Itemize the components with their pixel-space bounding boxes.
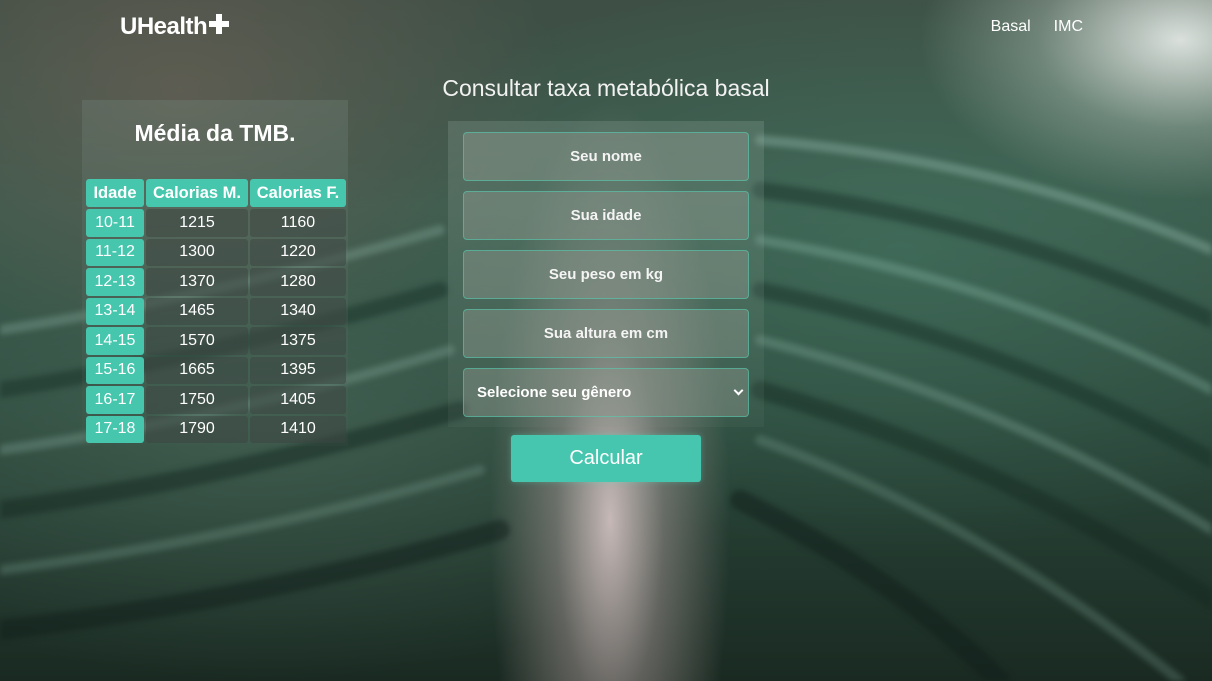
calories-m-cell: 1465 [146,297,248,325]
age-cell: 12-13 [86,268,144,296]
age-cell: 10-11 [86,209,144,237]
calories-f-cell: 1410 [250,415,346,443]
calories-f-cell: 1375 [250,327,346,355]
calories-f-cell: 1220 [250,238,346,266]
table-row: 12-13 1370 1280 [86,268,346,296]
nav-link-basal[interactable]: Basal [991,18,1031,36]
age-cell: 14-15 [86,327,144,355]
nav-link-imc[interactable]: IMC [1054,18,1083,36]
calories-m-cell: 1790 [146,415,248,443]
calculate-button[interactable]: Calcular [511,435,701,482]
table-header-row: Idade Calorias M. Calorias F. [86,179,346,207]
height-input[interactable] [464,310,748,357]
table-row: 13-14 1465 1340 [86,297,346,325]
table-row: 17-18 1790 1410 [86,415,346,443]
table-row: 14-15 1570 1375 [86,327,346,355]
logo[interactable]: UHealth [120,13,230,41]
calories-m-cell: 1300 [146,238,248,266]
page-title: Consultar taxa metabólica basal [442,75,770,101]
header-idade: Idade [86,179,144,207]
table-row: 11-12 1300 1220 [86,238,346,266]
calories-f-cell: 1160 [250,209,346,237]
header-calorias-f: Calorias F. [250,179,346,207]
calories-f-cell: 1340 [250,297,346,325]
age-cell: 15-16 [86,356,144,384]
gender-select[interactable]: Selecione seu gênero [463,368,749,417]
calories-m-cell: 1665 [146,356,248,384]
calories-m-cell: 1570 [146,327,248,355]
age-cell: 16-17 [86,386,144,414]
gender-select-value: Selecione seu gênero [477,384,632,401]
weight-input[interactable] [464,251,748,298]
age-cell: 11-12 [86,238,144,266]
table-row: 16-17 1750 1405 [86,386,346,414]
chevron-down-icon [733,385,744,396]
calories-m-cell: 1215 [146,209,248,237]
age-field-wrapper [463,191,749,240]
table-row: 10-11 1215 1160 [86,209,346,237]
main-nav: Basal IMC [991,18,1083,36]
calories-f-cell: 1280 [250,268,346,296]
calories-m-cell: 1750 [146,386,248,414]
tmb-table-title: Média da TMB. [134,120,296,146]
table-row: 15-16 1665 1395 [86,356,346,384]
weight-field-wrapper [463,250,749,299]
name-field-wrapper [463,132,749,181]
plus-icon [209,14,230,34]
calories-m-cell: 1370 [146,268,248,296]
logo-text: UHealth [120,13,208,40]
tmb-table: Idade Calorias M. Calorias F. 10-11 1215… [84,177,348,445]
header-calorias-m: Calorias M. [146,179,248,207]
name-input[interactable] [464,133,748,180]
age-cell: 17-18 [86,415,144,443]
calories-f-cell: 1395 [250,356,346,384]
age-cell: 13-14 [86,297,144,325]
calories-f-cell: 1405 [250,386,346,414]
height-field-wrapper [463,309,749,358]
age-input[interactable] [464,192,748,239]
